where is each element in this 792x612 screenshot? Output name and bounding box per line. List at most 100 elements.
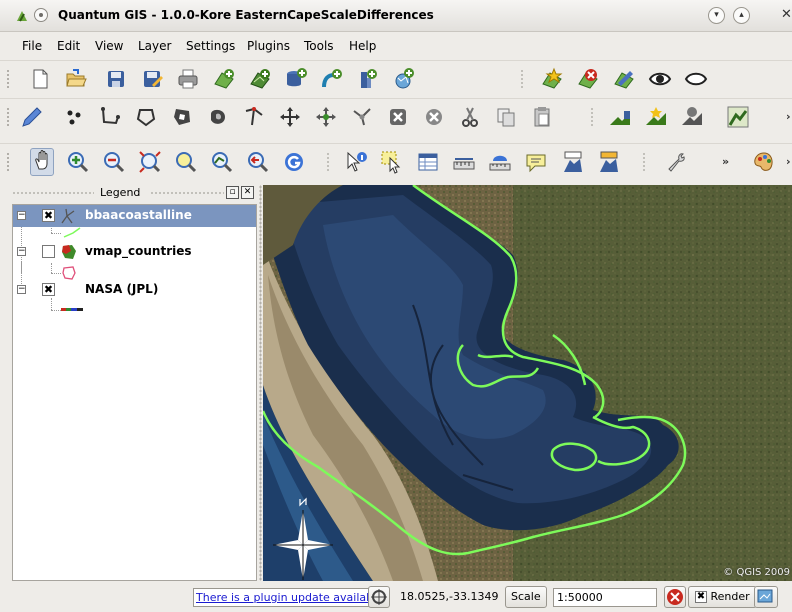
move-vertex-icon[interactable]: [242, 105, 266, 129]
layer-item-nasa-jpl[interactable]: − ✖ NASA (JPL): [13, 279, 256, 301]
add-vertex-icon[interactable]: [314, 105, 338, 129]
menu-file[interactable]: File: [22, 39, 42, 53]
capture-line-icon[interactable]: [98, 105, 122, 129]
delete-part-icon[interactable]: [680, 105, 704, 129]
cut-features-icon[interactable]: [458, 105, 482, 129]
show-all-layers-icon[interactable]: [648, 67, 672, 91]
add-ring-icon[interactable]: [170, 105, 194, 129]
layer-item-bbaacoastalline[interactable]: − ✖ bbaacoastalline: [13, 205, 256, 227]
legend-header: Legend ▫ ✕: [12, 185, 257, 202]
capture-polygon-icon[interactable]: [134, 105, 158, 129]
toggle-editing-icon[interactable]: [612, 67, 636, 91]
add-wfs-layer-icon[interactable]: [392, 67, 416, 91]
delete-selected-icon[interactable]: [386, 105, 410, 129]
delete-vertex-icon[interactable]: [350, 105, 374, 129]
plugin-update-link[interactable]: There is a plugin update available: [193, 588, 386, 607]
select-features-icon[interactable]: [380, 150, 404, 174]
map-canvas[interactable]: © QGIS 2009: [263, 185, 792, 581]
scale-label: Scale: [505, 586, 547, 608]
hide-all-layers-icon[interactable]: [684, 67, 708, 91]
paste-features-icon[interactable]: [530, 105, 554, 129]
status-bar: There is a plugin update available 18.05…: [0, 583, 792, 612]
toolbar-grip[interactable]: [6, 69, 10, 89]
toggle-edit-pencil-icon[interactable]: [20, 105, 44, 129]
qgis-logo-icon: [15, 9, 29, 26]
layer-visibility-checkbox[interactable]: ✖: [42, 283, 55, 296]
save-project-icon[interactable]: [104, 67, 128, 91]
tree-line: [51, 233, 61, 234]
add-island-icon[interactable]: [206, 105, 230, 129]
window-menu-button[interactable]: [34, 8, 48, 22]
attribute-table-icon[interactable]: [416, 150, 440, 174]
reshape-features-icon[interactable]: [726, 105, 750, 129]
hot-bookmark-icon[interactable]: [596, 150, 620, 174]
zoom-out-icon[interactable]: [102, 150, 126, 174]
simplify-feature-icon[interactable]: [608, 105, 632, 129]
collapse-toggle[interactable]: −: [17, 211, 26, 220]
pan-map-icon[interactable]: [30, 148, 54, 176]
scale-input[interactable]: 1:50000: [553, 588, 657, 607]
minimize-button[interactable]: ▾: [708, 7, 725, 24]
layer-item-vmap-countries[interactable]: − vmap_countries: [13, 241, 256, 263]
measure-area-icon[interactable]: [488, 150, 512, 174]
layer-visibility-checkbox[interactable]: [42, 245, 55, 258]
stop-render-button[interactable]: [664, 586, 686, 608]
new-bookmark-icon[interactable]: [540, 67, 564, 91]
collapse-toggle[interactable]: −: [17, 285, 26, 294]
capture-point-icon[interactable]: [62, 105, 86, 129]
menu-tools[interactable]: Tools: [304, 39, 334, 53]
home-bookmark-icon[interactable]: [560, 150, 584, 174]
zoom-to-layer-icon[interactable]: [210, 150, 234, 174]
add-raster-layer-icon[interactable]: [248, 67, 272, 91]
legend-grip[interactable]: [150, 191, 224, 195]
legend-float-button[interactable]: ▫: [226, 186, 239, 199]
toolbar-grip[interactable]: [6, 152, 10, 172]
close-window-button[interactable]: ✕: [781, 7, 792, 22]
projection-button[interactable]: [754, 586, 778, 608]
open-project-icon[interactable]: [64, 67, 88, 91]
plugin-tool-icon[interactable]: [664, 150, 688, 174]
legend-close-button[interactable]: ✕: [241, 186, 254, 199]
render-label: Render: [710, 590, 750, 603]
toolbar-overflow-chevron[interactable]: »: [722, 155, 729, 168]
menu-settings[interactable]: Settings: [186, 39, 235, 53]
menu-edit[interactable]: Edit: [57, 39, 80, 53]
add-spatialite-layer-icon[interactable]: [320, 67, 344, 91]
zoom-last-icon[interactable]: [246, 150, 270, 174]
add-part-icon[interactable]: [644, 105, 668, 129]
maximize-button[interactable]: ▴: [733, 7, 750, 24]
add-vector-layer-icon[interactable]: [212, 67, 236, 91]
toolbar-separator: [520, 69, 524, 89]
remove-layer-icon[interactable]: [576, 67, 600, 91]
toolbar-overflow[interactable]: ›: [786, 155, 791, 168]
map-tips-icon[interactable]: [524, 150, 548, 174]
toolbar-overflow[interactable]: ›: [786, 110, 791, 123]
zoom-to-selection-icon[interactable]: [174, 150, 198, 174]
menu-plugins[interactable]: Plugins: [247, 39, 290, 53]
toolbar-grip[interactable]: [6, 107, 10, 127]
style-manager-icon[interactable]: [752, 150, 776, 174]
save-as-icon[interactable]: [140, 67, 164, 91]
coordinate-toggle-button[interactable]: [368, 586, 390, 608]
new-project-icon[interactable]: [28, 67, 52, 91]
zoom-in-icon[interactable]: [66, 150, 90, 174]
menu-view[interactable]: View: [95, 39, 123, 53]
delete-feature-icon[interactable]: [422, 105, 446, 129]
legend-grip[interactable]: [12, 191, 94, 195]
layer-visibility-checkbox[interactable]: ✖: [42, 209, 55, 222]
add-wms-layer-icon[interactable]: [356, 67, 380, 91]
move-feature-icon[interactable]: [278, 105, 302, 129]
file-toolbar: [0, 60, 792, 96]
refresh-icon[interactable]: [282, 150, 306, 174]
copy-features-icon[interactable]: [494, 105, 518, 129]
menu-layer[interactable]: Layer: [138, 39, 171, 53]
identify-features-icon[interactable]: [344, 150, 368, 174]
measure-line-icon[interactable]: [452, 150, 476, 174]
zoom-full-icon[interactable]: [138, 150, 162, 174]
menu-help[interactable]: Help: [349, 39, 376, 53]
collapse-toggle[interactable]: −: [17, 247, 26, 256]
add-postgis-layer-icon[interactable]: [284, 67, 308, 91]
panel-splitter[interactable]: [259, 185, 262, 581]
print-composer-icon[interactable]: [176, 67, 200, 91]
render-checkbox[interactable]: ✖ Render: [688, 586, 757, 608]
